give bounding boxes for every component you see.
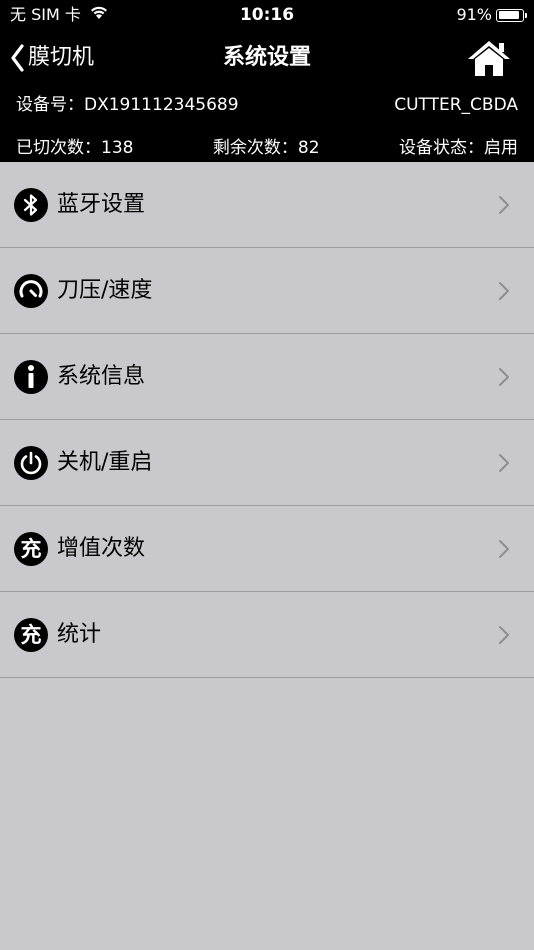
- chevron-right-icon: [498, 281, 510, 301]
- charge-icon: 充: [14, 531, 48, 566]
- settings-menu: 蓝牙设置 刀压/速度 系统信息 关机/重启 充 增值次数 充 统计: [0, 162, 534, 678]
- power-icon: [14, 445, 48, 480]
- cut-count: 已切次数：138: [16, 138, 134, 158]
- chevron-right-icon: [498, 453, 510, 473]
- navigation-bar: 膜切机 系统设置: [0, 30, 534, 88]
- menu-item-system-info[interactable]: 系统信息: [0, 334, 534, 420]
- menu-item-label: 刀压/速度: [57, 277, 153, 303]
- bluetooth-icon: [14, 187, 48, 222]
- battery-indicator: 91%: [456, 4, 527, 26]
- menu-item-label: 蓝牙设置: [57, 191, 146, 217]
- status-bar: 无 SIM 卡 10:16 91%: [0, 0, 534, 30]
- device-model: CUTTER_CBDA: [394, 95, 518, 115]
- menu-item-label: 统计: [57, 621, 102, 647]
- gauge-icon: [14, 273, 48, 308]
- menu-item-label: 系统信息: [57, 363, 146, 389]
- device-status: 设备状态：启用: [399, 138, 518, 158]
- menu-item-power[interactable]: 关机/重启: [0, 420, 534, 506]
- back-button-label: 膜切机: [28, 45, 95, 70]
- back-button[interactable]: 膜切机: [10, 40, 94, 76]
- device-id: 设备号：DX191112345689: [16, 95, 239, 115]
- menu-item-blade-pressure-speed[interactable]: 刀压/速度: [0, 248, 534, 334]
- chevron-right-icon: [498, 195, 510, 215]
- chevron-right-icon: [498, 367, 510, 387]
- menu-item-add-value[interactable]: 充 增值次数: [0, 506, 534, 592]
- menu-item-label: 关机/重启: [57, 449, 153, 475]
- menu-item-bluetooth[interactable]: 蓝牙设置: [0, 162, 534, 248]
- chevron-right-icon: [498, 539, 510, 559]
- info-icon: [14, 359, 48, 394]
- menu-item-statistics[interactable]: 充 统计: [0, 592, 534, 678]
- home-icon: [468, 41, 510, 76]
- chevron-right-icon: [498, 625, 510, 645]
- battery-icon: [496, 8, 527, 22]
- charge-icon: 充: [14, 617, 48, 652]
- home-button[interactable]: [466, 38, 512, 78]
- battery-percent: 91%: [456, 5, 492, 24]
- remaining-count: 剩余次数：82: [212, 138, 320, 158]
- chevron-left-icon: [10, 44, 24, 72]
- menu-item-label: 增值次数: [57, 535, 146, 561]
- clock: 10:16: [239, 5, 295, 25]
- device-info-panel: 设备号：DX191112345689 CUTTER_CBDA 已切次数：138 …: [0, 88, 534, 162]
